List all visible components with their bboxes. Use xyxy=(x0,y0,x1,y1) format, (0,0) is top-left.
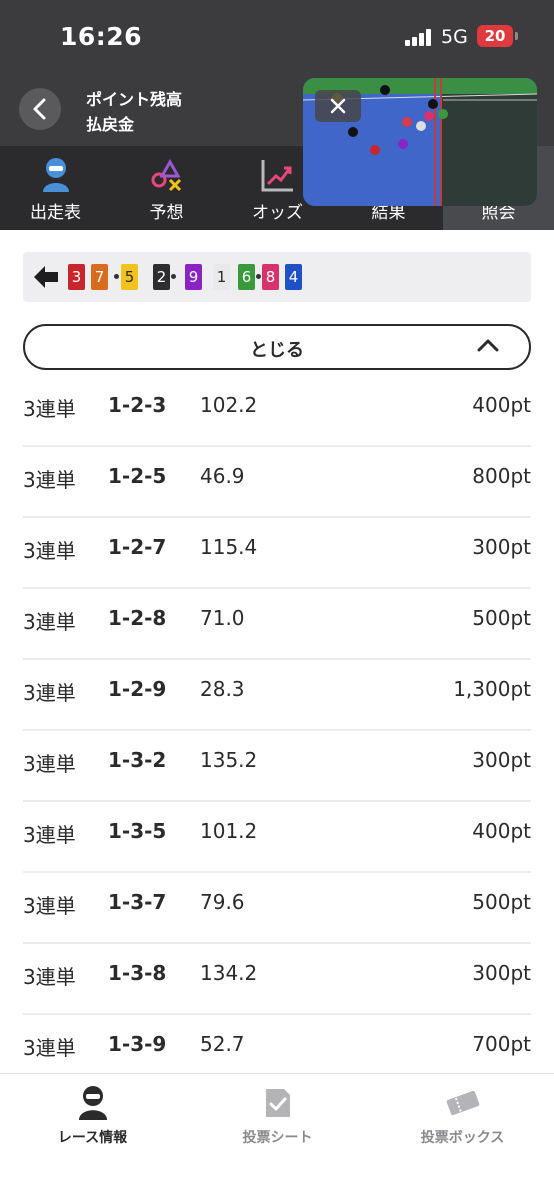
bet-type: 3連単 xyxy=(23,539,76,563)
bet-odds: 28.3 xyxy=(200,677,245,701)
bet-points: 1,300pt xyxy=(453,677,531,701)
race-video[interactable] xyxy=(303,78,537,206)
battery-cap xyxy=(515,32,518,40)
status-bar: 16:26 5G 20 xyxy=(0,0,554,74)
bet-type: 3連単 xyxy=(23,397,76,421)
chevron-up-icon xyxy=(477,339,499,352)
result-chip: 3 xyxy=(68,264,85,290)
result-chip: 5 xyxy=(121,264,138,290)
bet-points: 400pt xyxy=(472,819,531,843)
bet-points: 500pt xyxy=(472,606,531,630)
chip-separator-dot xyxy=(171,274,176,279)
back-button[interactable] xyxy=(19,88,61,130)
close-video-button[interactable] xyxy=(315,90,361,122)
race-result-bar: 375291684 xyxy=(23,252,531,302)
bet-odds: 101.2 xyxy=(200,819,258,843)
tab-prediction[interactable]: 予想 xyxy=(111,146,222,230)
result-chip: 4 xyxy=(285,264,302,290)
bet-points: 400pt xyxy=(472,393,531,417)
arrow-left-icon xyxy=(34,266,58,288)
bet-row: 3連単 1-2-5 46.9 800pt xyxy=(0,447,554,518)
bet-combination: 1-3-2 xyxy=(108,748,167,772)
tab-label: 予想 xyxy=(149,203,184,223)
ticket-icon xyxy=(446,1090,480,1116)
bet-type: 3連単 xyxy=(23,1036,76,1060)
bet-combination: 1-3-7 xyxy=(108,890,167,914)
bet-points: 500pt xyxy=(472,890,531,914)
bet-odds: 71.0 xyxy=(200,606,245,630)
bet-odds: 79.6 xyxy=(200,890,245,914)
bet-combination: 1-2-8 xyxy=(108,606,167,630)
screen: 16:26 5G 20 ポイント残高 払戻金 出走表 予想 オッズ 結果 照会 … xyxy=(0,0,554,1200)
result-chip: 1 xyxy=(213,264,230,290)
bet-combination: 1-3-5 xyxy=(108,819,167,843)
bet-type: 3連単 xyxy=(23,823,76,847)
bet-type: 3連単 xyxy=(23,894,76,918)
result-chip: 6 xyxy=(238,264,255,290)
shapes-icon xyxy=(151,158,182,192)
bet-points: 700pt xyxy=(472,1032,531,1056)
checkmark-sheet-icon xyxy=(266,1089,290,1117)
points-balance-label: ポイント残高 xyxy=(86,90,183,109)
bet-odds: 46.9 xyxy=(200,464,245,488)
bet-odds: 115.4 xyxy=(200,535,258,559)
bet-row: 3連単 1-2-9 28.3 1,300pt xyxy=(0,660,554,731)
collapse-toggle-button[interactable]: とじる xyxy=(23,324,531,370)
bet-combination: 1-3-9 xyxy=(108,1032,167,1056)
tab-entries[interactable]: 出走表 xyxy=(0,146,111,230)
battery-icon: 20 xyxy=(477,25,513,47)
nav-label: レース情報 xyxy=(57,1130,128,1146)
bet-type: 3連単 xyxy=(23,752,76,776)
result-chip: 9 xyxy=(185,264,202,290)
bet-combination: 1-2-5 xyxy=(108,464,167,488)
racer-icon xyxy=(43,158,69,192)
bet-combination: 1-2-9 xyxy=(108,677,167,701)
status-time: 16:26 xyxy=(60,22,143,51)
bet-points: 800pt xyxy=(472,464,531,488)
bet-odds: 52.7 xyxy=(200,1032,245,1056)
bet-type: 3連単 xyxy=(23,610,76,634)
bet-row: 3連単 1-3-2 135.2 300pt xyxy=(0,731,554,802)
network-label: 5G xyxy=(441,26,468,48)
nav-bet-sheet[interactable]: 投票シート xyxy=(185,1074,370,1174)
bet-combination: 1-3-8 xyxy=(108,961,167,985)
bottom-nav: レース情報 投票シート 投票ボックス xyxy=(0,1073,554,1200)
nav-race-info[interactable]: レース情報 xyxy=(0,1074,185,1174)
bet-odds: 134.2 xyxy=(200,961,258,985)
trend-chart-icon xyxy=(261,160,293,192)
payout-label: 払戻金 xyxy=(86,115,135,134)
tab-label: 出走表 xyxy=(30,203,81,223)
chip-separator-dot xyxy=(114,274,119,279)
bet-type: 3連単 xyxy=(23,965,76,989)
bet-points: 300pt xyxy=(472,961,531,985)
bet-row: 3連単 1-3-8 134.2 300pt xyxy=(0,944,554,1015)
bet-row: 3連単 1-3-7 79.6 500pt xyxy=(0,873,554,944)
bet-odds: 102.2 xyxy=(200,393,258,417)
close-icon xyxy=(330,98,346,114)
result-chip: 2 xyxy=(153,264,170,290)
chip-separator-dot xyxy=(256,274,261,279)
bet-row: 3連単 1-3-5 101.2 400pt xyxy=(0,802,554,873)
bet-combination: 1-2-7 xyxy=(108,535,167,559)
nav-label: 投票シート xyxy=(242,1130,313,1146)
chevron-left-icon xyxy=(33,98,46,120)
bet-points: 300pt xyxy=(472,748,531,772)
bet-type: 3連単 xyxy=(23,468,76,492)
racer-icon xyxy=(79,1086,107,1120)
result-chip: 8 xyxy=(262,264,279,290)
collapse-label: とじる xyxy=(250,340,304,361)
result-chip: 7 xyxy=(91,264,108,290)
bet-row: 3連単 1-2-7 115.4 300pt xyxy=(0,518,554,589)
bet-combination: 1-2-3 xyxy=(108,393,167,417)
nav-label: 投票ボックス xyxy=(420,1130,505,1146)
signal-icon xyxy=(405,28,433,46)
bet-odds: 135.2 xyxy=(200,748,258,772)
bet-row: 3連単 1-2-3 102.2 400pt xyxy=(0,376,554,447)
bet-type: 3連単 xyxy=(23,681,76,705)
bet-row: 3連単 1-2-8 71.0 500pt xyxy=(0,589,554,660)
bet-points: 300pt xyxy=(472,535,531,559)
nav-bet-box[interactable]: 投票ボックス xyxy=(370,1074,554,1174)
